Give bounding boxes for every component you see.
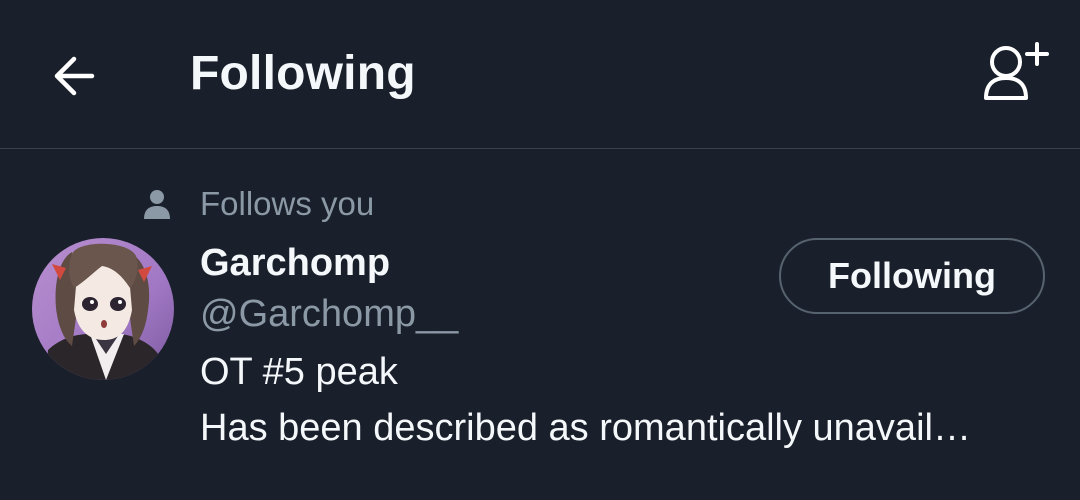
user-handle: @Garchomp__ <box>200 293 459 335</box>
avatar-illustration <box>32 238 174 380</box>
user-name[interactable]: Garchomp <box>200 240 390 286</box>
arrow-left-icon[interactable] <box>50 52 98 100</box>
top-app-bar: Following <box>0 0 1080 149</box>
user-bio-line: Has been described as romantically unava… <box>200 407 971 449</box>
user-bio-line: OT #5 peak <box>200 351 398 393</box>
add-user-icon[interactable] <box>980 40 1050 104</box>
page-title: Following <box>190 47 416 100</box>
following-button[interactable]: Following <box>779 238 1045 314</box>
avatar[interactable] <box>32 238 174 380</box>
person-icon <box>144 190 170 219</box>
follows-you-indicator: Follows you <box>140 182 374 226</box>
follows-you-label: Follows you <box>200 185 375 222</box>
